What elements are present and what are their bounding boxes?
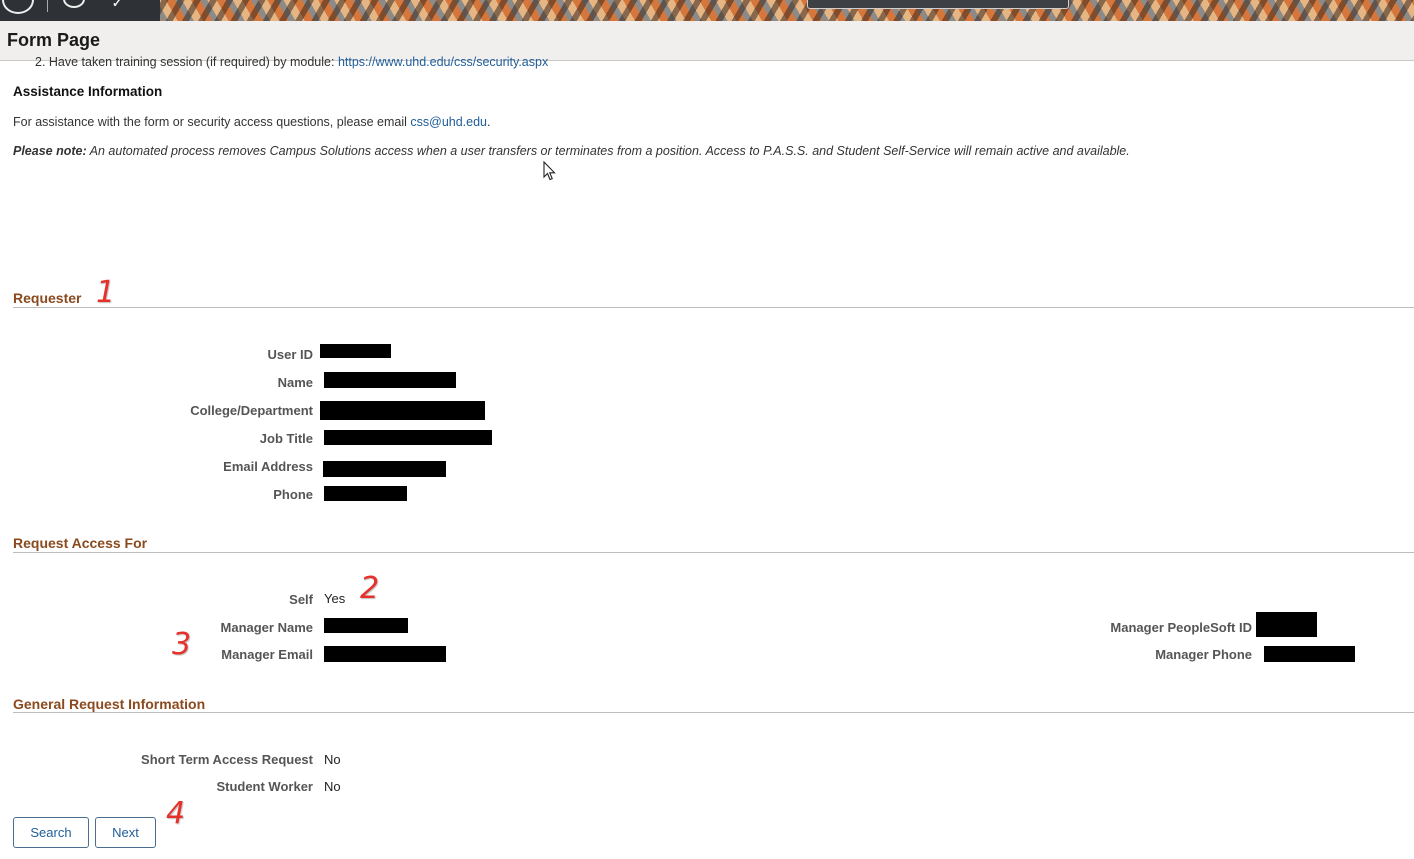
search-button[interactable]: Search (13, 817, 89, 848)
short-term-access-label: Short Term Access Request (141, 752, 313, 767)
redacted-manager-phone (1264, 646, 1355, 662)
requester-divider (13, 307, 1414, 308)
assistance-note: Please note: An automated process remove… (13, 144, 1130, 158)
intro-line: 2. Have taken training session (if requi… (35, 55, 548, 69)
manager-phone-label: Manager Phone (1155, 647, 1252, 662)
manager-email-label: Manager Email (221, 647, 313, 662)
user-id-label: User ID (267, 347, 313, 362)
note-body: An automated process removes Campus Solu… (86, 144, 1130, 158)
redacted-manager-email (324, 646, 446, 662)
student-worker-value: No (324, 779, 341, 794)
phone-label: Phone (273, 487, 313, 502)
redacted-email-address (323, 461, 446, 477)
note-label: Please note: (13, 144, 87, 158)
redacted-manager-peoplesoft-id (1256, 612, 1317, 637)
self-label: Self (289, 592, 313, 607)
general-divider (13, 712, 1414, 713)
redacted-user-id (320, 344, 391, 358)
manager-peoplesoft-id-label: Manager PeopleSoft ID (1110, 620, 1252, 635)
page-title: Form Page (7, 30, 101, 50)
annotation-marker-4: 4 (166, 796, 186, 831)
short-term-access-value: No (324, 752, 341, 767)
chevron-down-icon[interactable]: ✓ (112, 0, 122, 10)
assistance-email-link[interactable]: css@uhd.edu (410, 115, 487, 129)
request-access-section-title: Request Access For (13, 535, 148, 551)
redacted-phone (324, 486, 407, 501)
college-department-label: College/Department (190, 403, 313, 418)
assistance-text: For assistance with the form or security… (13, 115, 491, 129)
email-address-label: Email Address (223, 459, 313, 474)
assistance-text-body: For assistance with the form or security… (13, 115, 411, 129)
search-input[interactable] (807, 0, 1069, 9)
next-button[interactable]: Next (95, 817, 156, 848)
general-section-title: General Request Information (13, 696, 206, 712)
request-access-divider (13, 552, 1414, 553)
self-value: Yes (324, 591, 346, 606)
annotation-marker-1: 1 (96, 275, 116, 310)
nav-divider (47, 0, 48, 12)
student-worker-label: Student Worker (216, 779, 313, 794)
top-banner: ✓ (0, 0, 1414, 21)
intro-line-text: 2. Have taken training session (if requi… (35, 55, 338, 69)
redacted-manager-name (324, 618, 408, 633)
manager-name-label: Manager Name (220, 620, 313, 635)
security-link[interactable]: https://www.uhd.edu/css/security.aspx (338, 55, 548, 69)
name-label: Name (277, 375, 313, 390)
redacted-job-title (324, 430, 492, 445)
redacted-name (324, 372, 456, 388)
annotation-marker-3: 3 (172, 627, 192, 662)
assistance-email-suffix: . (487, 115, 491, 129)
requester-section-title: Requester (13, 290, 82, 306)
job-title-label: Job Title (259, 431, 313, 446)
redacted-college-department (320, 401, 485, 420)
assistance-title: Assistance Information (13, 84, 163, 99)
annotation-marker-2: 2 (360, 571, 380, 606)
mouse-cursor-icon (543, 161, 556, 181)
